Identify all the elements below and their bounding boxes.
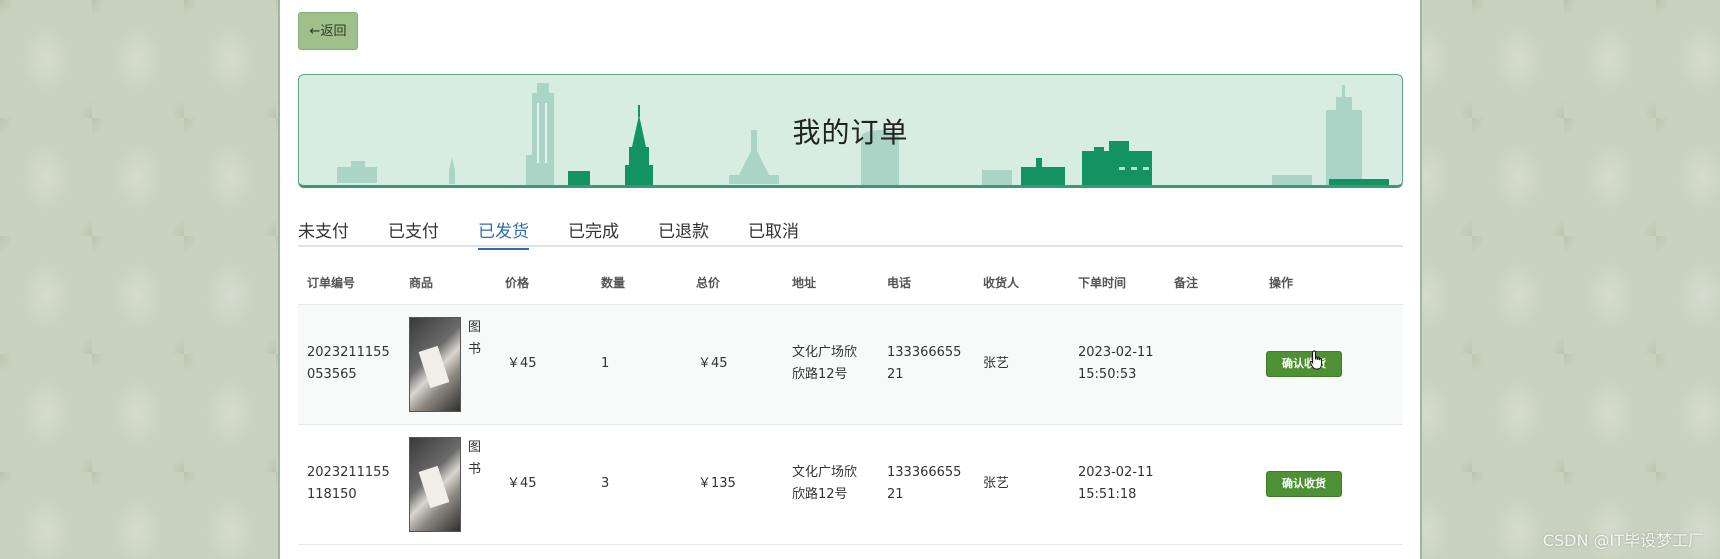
order-time: 2023-02-11 15:50:53: [1078, 345, 1154, 382]
order-status-tabs: 未支付 已支付 已发货 已完成 已退款 已取消: [298, 212, 1403, 250]
table-row: 2023211155 118150 图书 ￥45 3 ￥135 文化广场欣 欣路12…: [298, 425, 1403, 545]
page-title: 我的订单: [792, 116, 909, 149]
header-order-time: 下单时间: [1078, 276, 1127, 290]
tab-cancelled[interactable]: 已取消: [748, 217, 799, 248]
confirm-receipt-button[interactable]: 确认收货: [1266, 351, 1342, 377]
tab-completed[interactable]: 已完成: [568, 217, 619, 248]
header-goods: 商品: [409, 276, 434, 290]
product-name: 图书: [468, 440, 482, 477]
header-action: 操作: [1269, 276, 1294, 290]
confirm-receipt-button[interactable]: 确认收货: [1266, 471, 1342, 497]
product-name: 图书: [468, 320, 482, 357]
address: 文化广场欣 欣路12号: [792, 345, 858, 382]
quantity: 1: [601, 356, 610, 371]
tab-shipped[interactable]: 已发货: [478, 217, 529, 250]
header-remark: 备注: [1174, 276, 1199, 290]
price: ￥45: [507, 356, 537, 371]
banner: 我的订单: [298, 74, 1403, 188]
header-address: 地址: [792, 276, 817, 290]
tab-unpaid[interactable]: 未支付: [298, 217, 349, 248]
back-button[interactable]: ←返回: [298, 12, 358, 50]
product-image: [409, 317, 461, 412]
total-price: ￥135: [698, 476, 736, 491]
header-order-no: 订单编号: [307, 276, 356, 290]
quantity: 3: [601, 476, 610, 491]
order-number: 2023211155 118150: [307, 465, 390, 502]
product-image: [409, 437, 461, 532]
phone: 133366655 21: [887, 465, 962, 502]
table-row: 2023211155 053565 图书 ￥45 1 ￥45 文化广场欣 欣路12号…: [298, 305, 1403, 425]
tab-paid[interactable]: 已支付: [388, 217, 439, 248]
tab-refunded[interactable]: 已退款: [658, 217, 709, 248]
watermark: CSDN @IT毕设梦工厂: [1542, 531, 1704, 550]
header-total: 总价: [696, 276, 721, 290]
price: ￥45: [507, 476, 537, 491]
total-price: ￥45: [698, 356, 728, 371]
hand-pointer-icon: [1309, 350, 1322, 370]
receiver: 张艺: [983, 356, 1010, 371]
orders-table: 订单编号 商品 价格 数量 总价 地址 电话 收货人 下单时间 备注 操作 20…: [298, 258, 1403, 545]
header-phone: 电话: [887, 276, 912, 290]
header-receiver: 收货人: [983, 276, 1020, 290]
phone: 133366655 21: [887, 345, 962, 382]
table-header: 订单编号 商品 价格 数量 总价 地址 电话 收货人 下单时间 备注 操作: [298, 258, 1403, 305]
main-panel: ←返回 我的订单 未支付 已支付 已发货 已完成 已退款 已取消 订单编号 商品…: [278, 0, 1422, 559]
order-number: 2023211155 053565: [307, 345, 390, 382]
order-time: 2023-02-11 15:51:18: [1078, 465, 1154, 502]
receiver: 张艺: [983, 476, 1010, 491]
address: 文化广场欣 欣路12号: [792, 465, 858, 502]
header-price: 价格: [505, 276, 530, 290]
header-quantity: 数量: [601, 276, 626, 290]
